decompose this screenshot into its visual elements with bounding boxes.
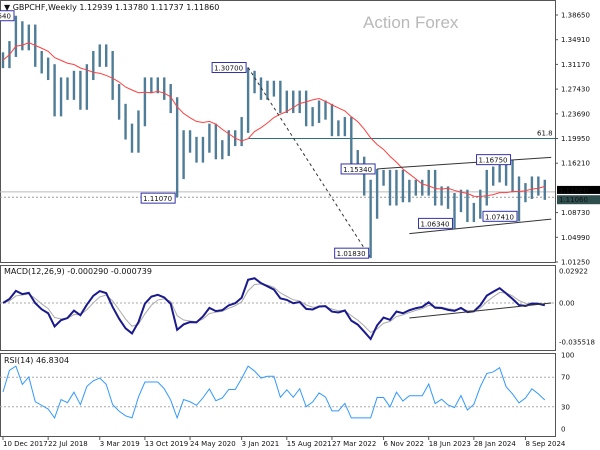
date-tick-label: 28 Jan 2024: [474, 440, 517, 448]
trendline: [377, 156, 552, 170]
price-panel: [0, 0, 556, 263]
price-tick-label: 1.08730: [561, 209, 590, 217]
rsi-line: [2, 365, 546, 420]
chart-window: 1.38650 1.34910 1.31170 1.27430 1.23690 1.199…: [0, 0, 600, 450]
date-tick-label: 13 Oct 2019: [145, 440, 188, 448]
price-annotation-label: 1.06340: [421, 220, 450, 228]
symbol-label: GBPCHF,Weekly: [12, 3, 77, 12]
rsi-tick-label: 30: [561, 403, 570, 411]
price-tick-label: 1.23690: [561, 110, 590, 118]
date-tick-label: 6 Nov 2022: [384, 440, 424, 448]
price-tick-label: 1.34910: [561, 36, 590, 44]
fib-label: 61.8: [537, 130, 553, 138]
date-tick-label: 3 Mar 2019: [100, 440, 140, 448]
price-annotation-label: 1.15340: [343, 166, 372, 174]
rsi-tick-label: 70: [561, 374, 570, 382]
price-tick-label: 1.19950: [561, 135, 590, 143]
ohlc-label: 1.12939 1.13780 1.11737 1.11860: [79, 3, 220, 12]
date-tick-label: 10 Dec 2017: [3, 440, 48, 448]
price-annotation-label: 1.01830: [337, 250, 366, 258]
line-price-label: 1.11060: [559, 196, 588, 204]
rsi-tick-label: 100: [561, 352, 574, 360]
price-tick-label: 1.38650: [561, 12, 590, 20]
date-tick-label: 27 Mar 2022: [332, 440, 376, 448]
chart-canvas[interactable]: 1.38650 1.34910 1.31170 1.27430 1.23690 1.199…: [0, 0, 600, 450]
macd-tick-label: -0.035518: [559, 339, 595, 347]
macd-tick-label: 0.00: [559, 300, 575, 308]
price-annotation-label: 1.30700: [214, 65, 243, 73]
current-price-label: 1.11860: [559, 187, 588, 195]
price-annotation-label: 1.11070: [143, 195, 172, 203]
price-annotation-label: 1.38540: [0, 13, 11, 21]
date-tick-label: 24 May 2020: [190, 440, 236, 448]
date-tick-label: 18 Jun 2023: [429, 440, 471, 448]
price-annotation-label: 1.16750: [479, 157, 508, 165]
chart-header: ▼ GBPCHF,Weekly 1.12939 1.13780 1.11737 …: [4, 3, 220, 12]
price-tick-label: 1.31170: [561, 61, 590, 69]
rsi-tick-label: 0: [561, 426, 565, 434]
date-tick-label: 8 Sep 2024: [525, 440, 565, 448]
date-tick-label: 3 Jan 2021: [242, 440, 280, 448]
price-annotation-label: 1.07410: [485, 213, 514, 221]
watermark: Action Forex: [363, 13, 459, 32]
price-tick-label: 1.04990: [561, 234, 590, 242]
price-tick-label: 1.01250: [561, 259, 590, 267]
macd-tick-label: 0.02922: [559, 268, 588, 276]
date-tick-label: 15 Aug 2021: [287, 440, 332, 448]
macd-label: MACD(12,26,9) -0.000290 -0.000739: [4, 267, 152, 276]
moving-average-line: [2, 42, 545, 198]
price-tick-label: 1.27430: [561, 86, 590, 94]
rsi-label: RSI(14) 46.8304: [4, 356, 70, 365]
price-tick-label: 1.16210: [561, 160, 590, 168]
date-tick-label: 22 Jul 2018: [48, 440, 88, 448]
